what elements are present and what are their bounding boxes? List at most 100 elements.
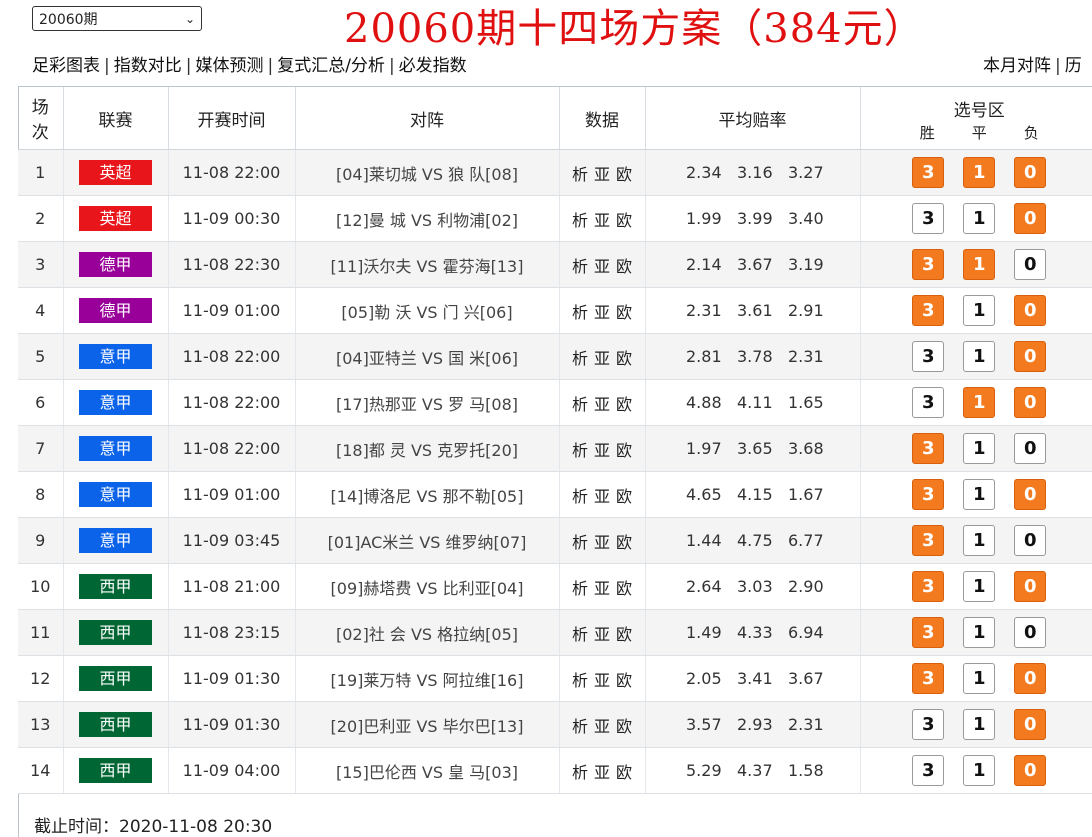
pick-win-button[interactable]: 3: [912, 433, 945, 464]
euro-odds-link[interactable]: 欧: [616, 579, 632, 598]
pick-draw-button[interactable]: 1: [963, 755, 996, 786]
match-teams[interactable]: [01]AC米兰 VS 维罗纳[07]: [328, 533, 527, 552]
league-badge[interactable]: 英超: [79, 160, 152, 185]
match-teams[interactable]: [09]赫塔费 VS 比利亚[04]: [331, 579, 524, 598]
match-teams[interactable]: [19]莱万特 VS 阿拉维[16]: [331, 671, 524, 690]
nav-link-month-fixtures[interactable]: 本月对阵: [983, 56, 1051, 76]
asian-odds-link[interactable]: 亚: [594, 349, 610, 368]
pick-win-button[interactable]: 3: [912, 755, 945, 786]
asian-odds-link[interactable]: 亚: [594, 211, 610, 230]
euro-odds-link[interactable]: 欧: [616, 257, 632, 276]
nav-link-betfair-index[interactable]: 必发指数: [399, 56, 467, 76]
pick-draw-button[interactable]: 1: [963, 341, 996, 372]
asian-odds-link[interactable]: 亚: [594, 487, 610, 506]
league-badge[interactable]: 意甲: [79, 436, 152, 461]
pick-draw-button[interactable]: 1: [963, 617, 996, 648]
analysis-link[interactable]: 析: [572, 257, 588, 276]
asian-odds-link[interactable]: 亚: [594, 257, 610, 276]
analysis-link[interactable]: 析: [572, 533, 588, 552]
pick-draw-button[interactable]: 1: [963, 433, 996, 464]
asian-odds-link[interactable]: 亚: [594, 763, 610, 782]
league-badge[interactable]: 意甲: [79, 528, 152, 553]
match-teams[interactable]: [11]沃尔夫 VS 霍芬海[13]: [331, 257, 524, 276]
asian-odds-link[interactable]: 亚: [594, 395, 610, 414]
asian-odds-link[interactable]: 亚: [594, 579, 610, 598]
analysis-link[interactable]: 析: [572, 671, 588, 690]
period-select[interactable]: 20060期 ⌄: [32, 6, 202, 31]
pick-draw-button[interactable]: 1: [963, 387, 996, 418]
pick-win-button[interactable]: 3: [912, 157, 945, 188]
pick-win-button[interactable]: 3: [912, 479, 945, 510]
pick-lose-button[interactable]: 0: [1014, 663, 1047, 694]
analysis-link[interactable]: 析: [572, 441, 588, 460]
asian-odds-link[interactable]: 亚: [594, 717, 610, 736]
euro-odds-link[interactable]: 欧: [616, 303, 632, 322]
pick-lose-button[interactable]: 0: [1014, 249, 1047, 280]
pick-lose-button[interactable]: 0: [1014, 479, 1047, 510]
asian-odds-link[interactable]: 亚: [594, 671, 610, 690]
pick-lose-button[interactable]: 0: [1014, 157, 1047, 188]
analysis-link[interactable]: 析: [572, 487, 588, 506]
pick-lose-button[interactable]: 0: [1014, 617, 1047, 648]
analysis-link[interactable]: 析: [572, 211, 588, 230]
euro-odds-link[interactable]: 欧: [616, 671, 632, 690]
pick-win-button[interactable]: 3: [912, 387, 945, 418]
match-teams[interactable]: [04]莱切城 VS 狼 队[08]: [336, 165, 518, 184]
euro-odds-link[interactable]: 欧: [616, 533, 632, 552]
league-badge[interactable]: 西甲: [79, 712, 152, 737]
pick-draw-button[interactable]: 1: [963, 157, 996, 188]
pick-win-button[interactable]: 3: [912, 571, 945, 602]
pick-lose-button[interactable]: 0: [1014, 341, 1047, 372]
analysis-link[interactable]: 析: [572, 763, 588, 782]
asian-odds-link[interactable]: 亚: [594, 625, 610, 644]
pick-win-button[interactable]: 3: [912, 709, 945, 740]
league-badge[interactable]: 英超: [79, 206, 152, 231]
euro-odds-link[interactable]: 欧: [616, 441, 632, 460]
euro-odds-link[interactable]: 欧: [616, 763, 632, 782]
nav-link-index-compare[interactable]: 指数对比: [114, 56, 182, 76]
match-teams[interactable]: [04]亚特兰 VS 国 米[06]: [336, 349, 518, 368]
pick-win-button[interactable]: 3: [912, 249, 945, 280]
pick-draw-button[interactable]: 1: [963, 203, 996, 234]
pick-lose-button[interactable]: 0: [1014, 387, 1047, 418]
nav-link-combo-summary[interactable]: 复式汇总/分析: [277, 56, 385, 76]
analysis-link[interactable]: 析: [572, 625, 588, 644]
pick-lose-button[interactable]: 0: [1014, 295, 1047, 326]
analysis-link[interactable]: 析: [572, 579, 588, 598]
euro-odds-link[interactable]: 欧: [616, 717, 632, 736]
match-teams[interactable]: [12]曼 城 VS 利物浦[02]: [336, 211, 518, 230]
pick-draw-button[interactable]: 1: [963, 571, 996, 602]
match-teams[interactable]: [20]巴利亚 VS 毕尔巴[13]: [331, 717, 524, 736]
pick-win-button[interactable]: 3: [912, 203, 945, 234]
nav-link-history[interactable]: 历: [1065, 56, 1082, 76]
match-teams[interactable]: [18]都 灵 VS 克罗托[20]: [336, 441, 518, 460]
nav-link-media-forecast[interactable]: 媒体预测: [195, 56, 263, 76]
euro-odds-link[interactable]: 欧: [616, 487, 632, 506]
asian-odds-link[interactable]: 亚: [594, 303, 610, 322]
league-badge[interactable]: 西甲: [79, 666, 152, 691]
match-teams[interactable]: [15]巴伦西 VS 皇 马[03]: [336, 763, 518, 782]
pick-lose-button[interactable]: 0: [1014, 525, 1047, 556]
match-teams[interactable]: [17]热那亚 VS 罗 马[08]: [336, 395, 518, 414]
euro-odds-link[interactable]: 欧: [616, 625, 632, 644]
league-badge[interactable]: 西甲: [79, 758, 152, 783]
euro-odds-link[interactable]: 欧: [616, 211, 632, 230]
pick-draw-button[interactable]: 1: [963, 249, 996, 280]
league-badge[interactable]: 意甲: [79, 482, 152, 507]
pick-lose-button[interactable]: 0: [1014, 203, 1047, 234]
pick-win-button[interactable]: 3: [912, 295, 945, 326]
pick-lose-button[interactable]: 0: [1014, 709, 1047, 740]
pick-win-button[interactable]: 3: [912, 617, 945, 648]
league-badge[interactable]: 西甲: [79, 620, 152, 645]
analysis-link[interactable]: 析: [572, 717, 588, 736]
nav-link-chart[interactable]: 足彩图表: [32, 56, 100, 76]
pick-draw-button[interactable]: 1: [963, 295, 996, 326]
pick-draw-button[interactable]: 1: [963, 479, 996, 510]
pick-win-button[interactable]: 3: [912, 341, 945, 372]
euro-odds-link[interactable]: 欧: [616, 165, 632, 184]
asian-odds-link[interactable]: 亚: [594, 533, 610, 552]
league-badge[interactable]: 意甲: [79, 344, 152, 369]
analysis-link[interactable]: 析: [572, 165, 588, 184]
match-teams[interactable]: [14]博洛尼 VS 那不勒[05]: [331, 487, 524, 506]
pick-lose-button[interactable]: 0: [1014, 755, 1047, 786]
